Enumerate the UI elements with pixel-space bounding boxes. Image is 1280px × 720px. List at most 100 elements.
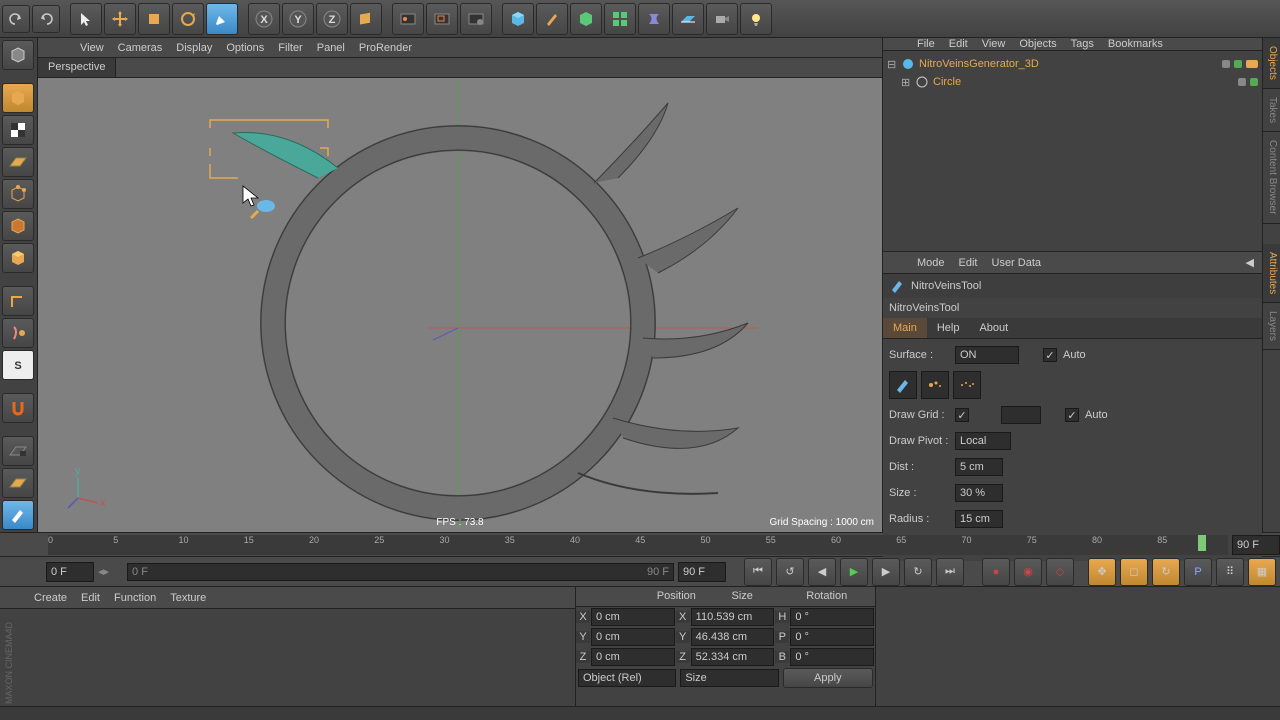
current-frame-input[interactable]: 0 F: [46, 562, 94, 582]
magnet-button[interactable]: [2, 393, 34, 423]
dist-input[interactable]: 5 cm: [955, 458, 1003, 476]
position-input[interactable]: 0 cm: [591, 648, 675, 666]
deformer-button[interactable]: [638, 3, 670, 35]
mat-menu-texture[interactable]: Texture: [170, 592, 206, 604]
radius-input[interactable]: 15 cm: [955, 510, 1003, 528]
brush-tool-button[interactable]: [2, 500, 34, 530]
mat-menu-create[interactable]: Create: [34, 592, 67, 604]
tree-item-label[interactable]: Circle: [933, 76, 961, 88]
size-input[interactable]: 46.438 cm: [691, 628, 775, 646]
position-input[interactable]: 0 cm: [591, 628, 675, 646]
brush-preset-2[interactable]: [921, 371, 949, 399]
drawgrid-auto-checkbox[interactable]: ✓: [1065, 408, 1079, 422]
timeline-ruler[interactable]: 0510152025303540455055606570758085: [48, 535, 1228, 555]
nav-back-icon[interactable]: ◀: [1246, 256, 1254, 269]
obj-menu-objects[interactable]: Objects: [1019, 38, 1056, 50]
render-settings-button[interactable]: [460, 3, 492, 35]
make-editable-button[interactable]: [2, 40, 34, 70]
range-slider[interactable]: 0 F 90 F: [127, 563, 674, 581]
view-menu-options[interactable]: Options: [226, 42, 264, 54]
drawgrid-checkbox[interactable]: ✓: [955, 408, 969, 422]
keyframe-sel-button[interactable]: ◇: [1046, 558, 1074, 586]
position-input[interactable]: 0 cm: [591, 608, 675, 626]
planar-workplane-button[interactable]: [2, 468, 34, 498]
obj-menu-bookmarks[interactable]: Bookmarks: [1108, 38, 1163, 50]
y-axis-button[interactable]: Y: [282, 3, 314, 35]
next-frame-button[interactable]: ▶: [872, 558, 900, 586]
obj-menu-view[interactable]: View: [982, 38, 1006, 50]
anim-layer-button[interactable]: ▦: [1248, 558, 1276, 586]
z-axis-button[interactable]: Z: [316, 3, 348, 35]
obj-menu-edit[interactable]: Edit: [949, 38, 968, 50]
camera-button[interactable]: [706, 3, 738, 35]
rotation-input[interactable]: 0 °: [790, 608, 874, 626]
prev-frame-button[interactable]: ◀: [808, 558, 836, 586]
auto-checkbox[interactable]: ✓: [1043, 348, 1057, 362]
view-menu-filter[interactable]: Filter: [278, 42, 302, 54]
floor-button[interactable]: [672, 3, 704, 35]
active-tool[interactable]: [206, 3, 238, 35]
coord-mode-dropdown[interactable]: Object (Rel): [578, 669, 676, 687]
surface-dropdown[interactable]: ON: [955, 346, 1019, 364]
locked-workplane-button[interactable]: [2, 436, 34, 466]
size-input[interactable]: 110.539 cm: [691, 608, 775, 626]
tweak-button[interactable]: [2, 318, 34, 348]
timeline-end-frame[interactable]: 90 F: [1232, 535, 1280, 555]
select-tool[interactable]: [70, 3, 102, 35]
end-frame-input[interactable]: 90 F: [678, 562, 726, 582]
timeline-playhead[interactable]: [1198, 535, 1206, 551]
array-button[interactable]: [604, 3, 636, 35]
mat-menu-edit[interactable]: Edit: [81, 592, 100, 604]
expand-icon[interactable]: ⊞: [901, 76, 911, 89]
polygon-mode-button[interactable]: [2, 243, 34, 273]
coord-size-dropdown[interactable]: Size: [680, 669, 778, 687]
attr-menu-userdata[interactable]: User Data: [992, 257, 1042, 269]
snap-button[interactable]: S: [2, 350, 34, 380]
workplane-button[interactable]: [2, 147, 34, 177]
coord-system-button[interactable]: [350, 3, 382, 35]
view-menu-prorender[interactable]: ProRender: [359, 42, 412, 54]
model-mode-button[interactable]: [2, 83, 34, 113]
rotation-input[interactable]: 0 °: [790, 648, 874, 666]
view-menu-cameras[interactable]: Cameras: [118, 42, 163, 54]
pen-tool-button[interactable]: [536, 3, 568, 35]
point-key-button[interactable]: ⠿: [1216, 558, 1244, 586]
view-menu-panel[interactable]: Panel: [317, 42, 345, 54]
viewport[interactable]: y x FPS : 73.8 Grid Spacing : 1000 cm: [38, 78, 882, 532]
redo-button[interactable]: [32, 5, 60, 33]
obj-menu-tags[interactable]: Tags: [1071, 38, 1094, 50]
next-key-button[interactable]: ↻: [904, 558, 932, 586]
rot-key-button[interactable]: ↻: [1152, 558, 1180, 586]
light-button[interactable]: [740, 3, 772, 35]
nurbs-button[interactable]: [570, 3, 602, 35]
attr-tab-about[interactable]: About: [969, 318, 1018, 338]
render-view-button[interactable]: [392, 3, 424, 35]
tree-row[interactable]: ⊟ NitroVeinsGenerator_3D: [887, 55, 1258, 73]
expand-icon[interactable]: ⊟: [887, 58, 897, 71]
drawgrid-dropdown[interactable]: [1001, 406, 1041, 424]
prev-key-button[interactable]: ↺: [776, 558, 804, 586]
move-tool[interactable]: [104, 3, 136, 35]
vtab-objects[interactable]: Objects: [1263, 38, 1280, 89]
attr-menu-edit[interactable]: Edit: [959, 257, 978, 269]
param-key-button[interactable]: P: [1184, 558, 1212, 586]
tree-item-label[interactable]: NitroVeinsGenerator_3D: [919, 58, 1039, 70]
mat-menu-function[interactable]: Function: [114, 592, 156, 604]
brush-preset-1[interactable]: [889, 371, 917, 399]
cube-primitive-button[interactable]: [502, 3, 534, 35]
vtab-attributes[interactable]: Attributes: [1263, 244, 1280, 303]
view-menu-display[interactable]: Display: [176, 42, 212, 54]
attr-tab-help[interactable]: Help: [927, 318, 970, 338]
size-input[interactable]: 52.334 cm: [691, 648, 775, 666]
vtab-content[interactable]: Content Browser: [1263, 132, 1280, 223]
undo-button[interactable]: [2, 5, 30, 33]
play-button[interactable]: ▶: [840, 558, 868, 586]
render-region-button[interactable]: [426, 3, 458, 35]
point-mode-button[interactable]: [2, 179, 34, 209]
rotation-input[interactable]: 0 °: [790, 628, 874, 646]
texture-mode-button[interactable]: [2, 115, 34, 145]
obj-menu-file[interactable]: File: [917, 38, 935, 50]
scale-tool[interactable]: [138, 3, 170, 35]
view-menu-view[interactable]: View: [80, 42, 104, 54]
size-input[interactable]: 30 %: [955, 484, 1003, 502]
